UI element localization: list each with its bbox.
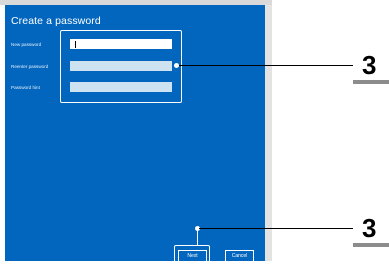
dialog-title: Create a password bbox=[11, 15, 101, 27]
callout-badge-next: 3 bbox=[362, 213, 377, 243]
password-hint-label: Password hint bbox=[11, 85, 40, 90]
callout-leader-next-vertical bbox=[197, 229, 198, 245]
callout-badge-fields: 3 bbox=[362, 50, 377, 80]
new-password-label: New password bbox=[11, 42, 42, 47]
callout-leader-next bbox=[199, 228, 353, 229]
next-highlight-box bbox=[174, 245, 210, 264]
reenter-password-label: Reenter password bbox=[11, 64, 49, 69]
fields-highlight-box bbox=[60, 30, 182, 103]
callout-leader-fields bbox=[179, 65, 353, 66]
callout-badge-fields-shadow bbox=[353, 80, 389, 84]
callout-badge-next-shadow bbox=[353, 243, 389, 247]
scrollbar[interactable] bbox=[265, 5, 272, 261]
cancel-button[interactable]: Cancel bbox=[225, 250, 254, 262]
password-dialog: Create a password New password Reenter p… bbox=[5, 5, 265, 264]
